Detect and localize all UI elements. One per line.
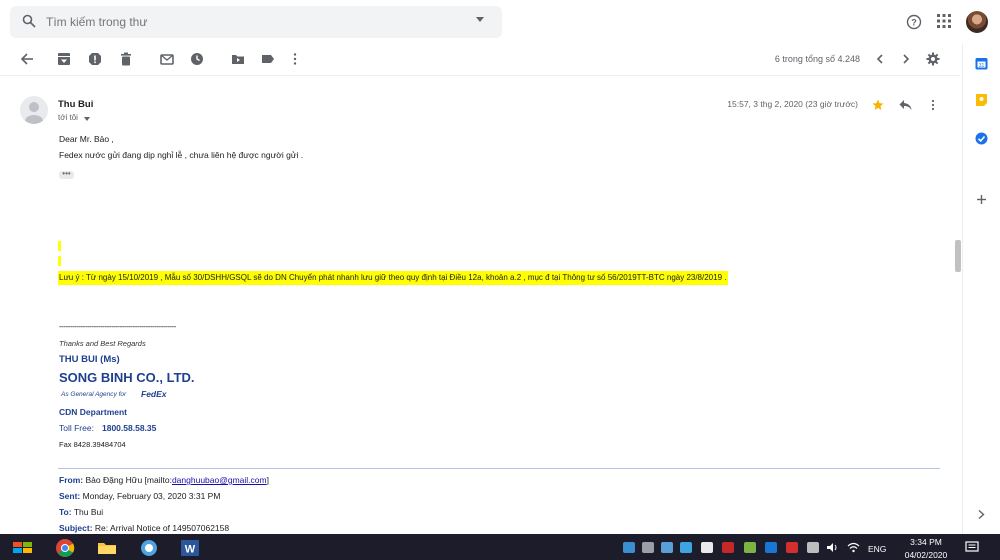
signature-department: CDN Department (59, 407, 128, 417)
quoted-from: From: Bảo Đặng Hữu [mailto:danghuubao@gm… (59, 475, 269, 485)
quoted-sent-label: Sent: (59, 491, 81, 501)
signature-company: SONG BINH CO., LTD. (59, 370, 195, 385)
add-addon-plus-icon[interactable] (976, 194, 987, 205)
quote-divider (58, 468, 940, 469)
reply-icon[interactable] (899, 99, 912, 111)
tray-app-icon[interactable] (623, 542, 635, 553)
apps-grid-icon[interactable] (937, 14, 951, 28)
notifications-icon[interactable] (965, 541, 979, 554)
signature-agency: As General Agency for (61, 391, 127, 398)
svg-text:?: ? (911, 18, 917, 28)
quoted-from-email-link[interactable]: danghuubao@gmail.com (172, 475, 267, 485)
show-trimmed-content-button[interactable]: ••• (59, 170, 74, 179)
highlighted-note: Lưu ý : Từ ngày 15/10/2019 , Mẫu số 30/D… (58, 271, 729, 285)
help-icon[interactable]: ? (906, 14, 922, 30)
highlight-mark (58, 256, 61, 266)
scrollbar-thumb[interactable] (955, 240, 961, 272)
quoted-subject: Subject: Re: Arrival Notice of 149507062… (59, 523, 229, 533)
input-language[interactable]: ENG (868, 544, 886, 554)
sender-avatar (20, 96, 48, 124)
gmail-window: ? 6 trong (0, 0, 1000, 560)
more-actions-icon[interactable] (288, 52, 302, 66)
greeting: Dear Mr. Bảo , (59, 134, 114, 144)
quoted-subject-value: Re: Arrival Notice of 149507062158 (94, 523, 230, 533)
signature-fax: Fax 8428.39484704 (59, 440, 126, 449)
keep-notes-icon[interactable] (975, 93, 988, 107)
svg-text:31: 31 (979, 63, 985, 69)
quoted-to-value: Thu Bui (73, 507, 104, 517)
show-details-caret-icon[interactable] (84, 117, 90, 121)
search-icon[interactable] (22, 14, 36, 28)
side-panel (962, 44, 1000, 534)
tray-vpn-icon[interactable] (786, 542, 798, 553)
tray-monitor-icon[interactable] (642, 542, 654, 553)
quoted-from-tail: ] (266, 475, 269, 485)
search-input[interactable] (46, 8, 446, 36)
tray-sync-icon[interactable] (680, 542, 692, 553)
messenger-taskbar-icon[interactable] (139, 539, 159, 557)
word-taskbar-icon[interactable]: W (180, 539, 200, 557)
account-avatar[interactable] (966, 11, 988, 33)
archive-icon[interactable] (57, 52, 71, 66)
newer-chevron-left-icon[interactable] (873, 52, 887, 66)
tray-shield-icon[interactable] (701, 542, 713, 553)
calendar-icon[interactable]: 31 (975, 57, 988, 70)
back-arrow-icon[interactable] (20, 52, 34, 66)
snooze-clock-icon[interactable] (190, 52, 204, 66)
person-icon (25, 102, 43, 124)
chrome-taskbar-icon[interactable] (55, 538, 75, 558)
quoted-from-label: From: (59, 475, 84, 485)
highlight-mark (58, 241, 61, 251)
signature-toll-number: 1800.58.58.35 (102, 423, 157, 433)
body-line: Fedex nước gửi đang dịp nghỉ lễ , chưa l… (59, 150, 304, 160)
expand-panel-chevron-icon[interactable] (977, 509, 986, 520)
start-menu-icon[interactable] (12, 540, 34, 556)
quoted-sent: Sent: Monday, February 03, 2020 3:31 PM (59, 491, 220, 501)
svg-text:W: W (185, 544, 196, 556)
wifi-icon[interactable] (847, 542, 860, 553)
star-icon[interactable] (872, 99, 884, 111)
report-spam-icon[interactable] (88, 52, 102, 66)
search-options-caret-icon[interactable] (476, 17, 484, 22)
recipient-summary: tới tôi (58, 113, 78, 122)
clock-time[interactable]: 3:34 PM (904, 537, 948, 547)
signature-name: THU BUI (Ms) (59, 354, 120, 365)
message-date: 15:57, 3 thg 2, 2020 (23 giờ trước) (727, 99, 858, 109)
signature-separator: ----------------------------------------… (59, 322, 176, 331)
signature-thanks: Thanks and Best Regards (59, 339, 146, 348)
signature-agency-brand: FedEx (141, 389, 167, 399)
quoted-to-label: To: (59, 507, 72, 517)
file-explorer-taskbar-icon[interactable] (97, 540, 117, 556)
quoted-to: To: Thu Bui (59, 507, 103, 517)
quoted-sent-value: Monday, February 03, 2020 3:31 PM (82, 491, 221, 501)
clock-date[interactable]: 04/02/2020 (900, 550, 952, 560)
tray-utility-icon[interactable] (744, 542, 756, 553)
tray-antivirus-icon[interactable] (722, 542, 734, 553)
sender-name[interactable]: Thu Bui (58, 99, 93, 110)
tray-battery-icon[interactable] (807, 542, 819, 553)
signature-toll-label: Toll Free: (59, 423, 94, 433)
label-icon[interactable] (261, 52, 275, 66)
older-chevron-right-icon[interactable] (899, 52, 913, 66)
quoted-from-value: Bảo Đặng Hữu [mailto: (85, 475, 172, 485)
quoted-subject-label: Subject: (59, 523, 93, 533)
message-more-icon[interactable] (930, 99, 936, 111)
mark-unread-icon[interactable] (160, 52, 174, 66)
pagination-count: 6 trong tổng số 4.248 (774, 54, 860, 64)
tasks-icon[interactable] (975, 132, 988, 145)
tray-cloud-icon[interactable] (661, 542, 673, 553)
tray-skype-icon[interactable] (765, 542, 777, 553)
volume-icon[interactable] (826, 542, 839, 553)
settings-gear-icon[interactable] (926, 52, 940, 66)
delete-icon[interactable] (119, 52, 133, 66)
move-to-icon[interactable] (231, 52, 245, 66)
